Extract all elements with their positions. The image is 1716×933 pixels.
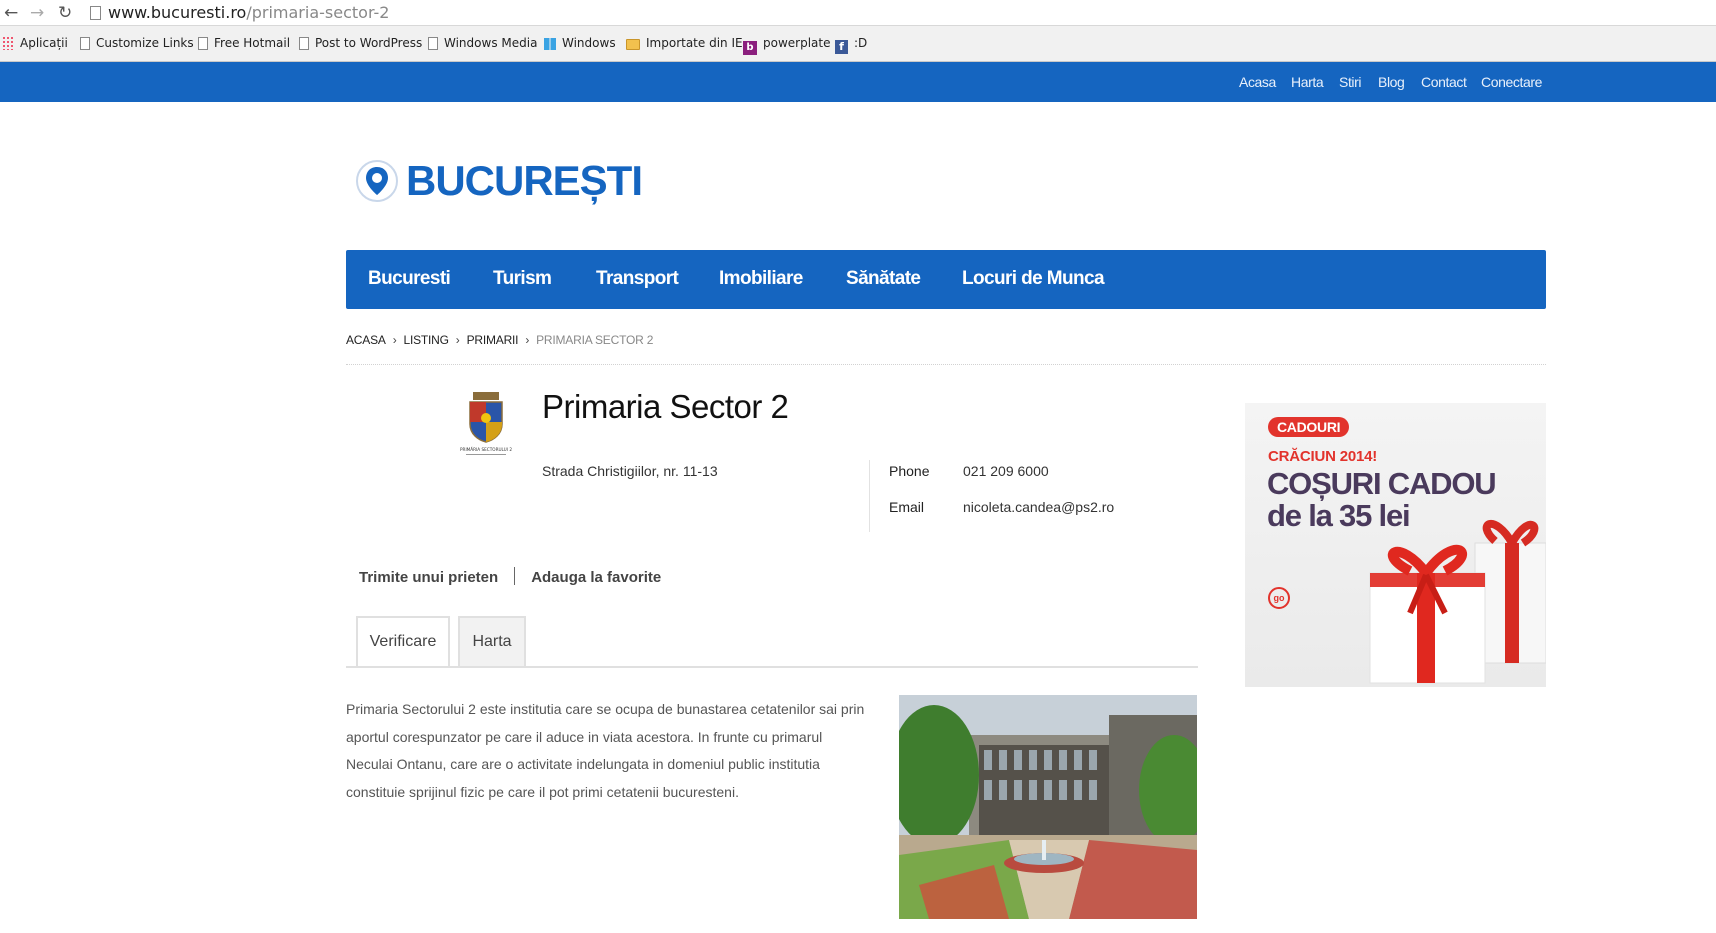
page-icon	[428, 37, 438, 50]
tab-harta[interactable]: Harta	[458, 616, 526, 667]
page-icon	[299, 37, 309, 50]
chevron-right-icon: ›	[455, 333, 460, 347]
listing-address: Strada Christigiilor, nr. 11-13	[542, 463, 718, 479]
windows-icon	[544, 38, 556, 50]
site-top-bar: Acasa Harta Stiri Blog Contact Conectare	[0, 62, 1716, 102]
topbar-link-contact[interactable]: Contact	[1421, 74, 1467, 90]
nav-item-locuri-de-munca[interactable]: Locuri de Munca	[962, 268, 1105, 290]
tab-verificare[interactable]: Verificare	[356, 616, 450, 667]
add-to-favorites-link[interactable]: Adauga la favorite	[531, 569, 661, 586]
ad-badge: CADOURI	[1268, 417, 1350, 437]
actions-divider	[514, 567, 516, 585]
breadcrumb-item-listing[interactable]: LISTING	[403, 333, 448, 347]
facebook-icon: f	[835, 40, 848, 54]
chevron-right-icon: ›	[525, 333, 530, 347]
email-value[interactable]: nicoleta.candea@ps2.ro	[963, 499, 1114, 515]
nav-item-sanatate[interactable]: Sănătate	[846, 268, 921, 290]
phone-label: Phone	[889, 463, 930, 479]
chevron-right-icon: ›	[392, 333, 397, 347]
listing-actions: Trimite unui prieten Adauga la favorite	[359, 567, 661, 586]
bookmark-importate-din-ie[interactable]: Importate din IE	[626, 36, 743, 50]
bookmark-free-hotmail[interactable]: Free Hotmail	[198, 36, 290, 50]
sector-2-crest-logo: PRIMĂRIA SECTORULUI 2	[460, 392, 512, 455]
url-path: /primaria-sector-2	[246, 3, 390, 22]
bookmarks-bar: Aplicații Customize Links Free Hotmail P…	[0, 26, 1716, 62]
reload-icon[interactable]: ↻	[58, 3, 72, 23]
bookmark-label: Customize Links	[96, 36, 194, 50]
nav-item-bucuresti[interactable]: Bucuresti	[368, 268, 451, 290]
b-icon: b	[743, 41, 757, 55]
gift-box-icon	[1369, 520, 1546, 684]
topbar-link-blog[interactable]: Blog	[1378, 74, 1405, 90]
bookmark-label: Aplicații	[20, 36, 68, 50]
location-pin-icon	[356, 160, 398, 202]
ad-headline-line-1: COȘURI CADOU	[1267, 466, 1497, 501]
page-icon	[198, 37, 208, 50]
building-photo[interactable]	[899, 695, 1197, 919]
bookmark-label: Free Hotmail	[214, 36, 291, 50]
contact-divider	[869, 460, 870, 532]
forward-arrow-icon[interactable]: →	[30, 3, 44, 23]
bookmark-powerplate[interactable]: b powerplate	[743, 36, 830, 55]
back-arrow-icon[interactable]: ←	[4, 3, 18, 23]
bookmark-aplicatii[interactable]: Aplicații	[2, 36, 68, 50]
bookmark-label: :D	[854, 36, 868, 50]
page-icon	[90, 6, 101, 20]
bookmark-label: powerplate	[763, 36, 831, 50]
bookmark-windows[interactable]: Windows	[544, 36, 616, 50]
url-host: www.bucuresti.ro	[108, 3, 247, 22]
phone-value[interactable]: 021 209 6000	[963, 463, 1049, 479]
nav-item-transport[interactable]: Transport	[596, 268, 679, 290]
topbar-link-stiri[interactable]: Stiri	[1339, 74, 1362, 90]
browser-address-bar: ← → ↻ www.bucuresti.ro/primaria-sector-2	[0, 0, 1716, 26]
bookmark-label: Windows	[562, 36, 616, 50]
breadcrumb-item-acasa[interactable]: ACASA	[346, 333, 386, 347]
topbar-link-harta[interactable]: Harta	[1291, 74, 1324, 90]
topbar-link-acasa[interactable]: Acasa	[1239, 74, 1276, 90]
url-field[interactable]: www.bucuresti.ro/primaria-sector-2	[90, 2, 1710, 24]
send-to-friend-link[interactable]: Trimite unui prieten	[359, 569, 498, 586]
bookmark-customize-links[interactable]: Customize Links	[80, 36, 194, 50]
listing-description: Primaria Sectorului 2 este institutia ca…	[346, 701, 865, 800]
listing-title: Primaria Sector 2	[542, 388, 789, 425]
topbar-link-conectare[interactable]: Conectare	[1481, 74, 1542, 90]
bookmark-windows-media[interactable]: Windows Media	[428, 36, 537, 50]
bookmark-post-to-wordpress[interactable]: Post to WordPress	[299, 36, 422, 50]
advertisement-banner[interactable]: CADOURI CRĂCIUN 2014! COȘURI CADOU de la…	[1245, 403, 1546, 687]
nav-item-imobiliare[interactable]: Imobiliare	[719, 268, 803, 290]
apps-icon	[2, 36, 14, 50]
logo-text: BUCUREȘTI	[406, 157, 643, 204]
crest-caption: PRIMĂRIA SECTORULUI 2	[460, 447, 512, 452]
page-icon	[80, 37, 90, 50]
breadcrumb-current: PRIMARIA SECTOR 2	[536, 333, 654, 347]
bookmark-label: Importate din IE	[646, 36, 743, 50]
main-navigation: Bucuresti Turism Transport Imobiliare Să…	[346, 250, 1546, 309]
tabs-underline	[346, 666, 1198, 668]
bookmark-d[interactable]: f :D	[835, 36, 867, 54]
breadcrumb-item-primarii[interactable]: PRIMARII	[467, 333, 519, 347]
folder-icon	[626, 39, 640, 50]
ad-subtitle: CRĂCIUN 2014!	[1268, 448, 1378, 465]
breadcrumb: ACASA › LISTING › PRIMARII › PRIMARIA SECTOR 2	[346, 333, 653, 347]
ad-brand-logo: go	[1268, 587, 1290, 609]
bookmark-label: Post to WordPress	[315, 36, 423, 50]
nav-item-turism[interactable]: Turism	[493, 268, 552, 290]
bookmark-label: Windows Media	[444, 36, 538, 50]
breadcrumb-divider	[346, 364, 1546, 365]
email-label: Email	[889, 499, 925, 515]
